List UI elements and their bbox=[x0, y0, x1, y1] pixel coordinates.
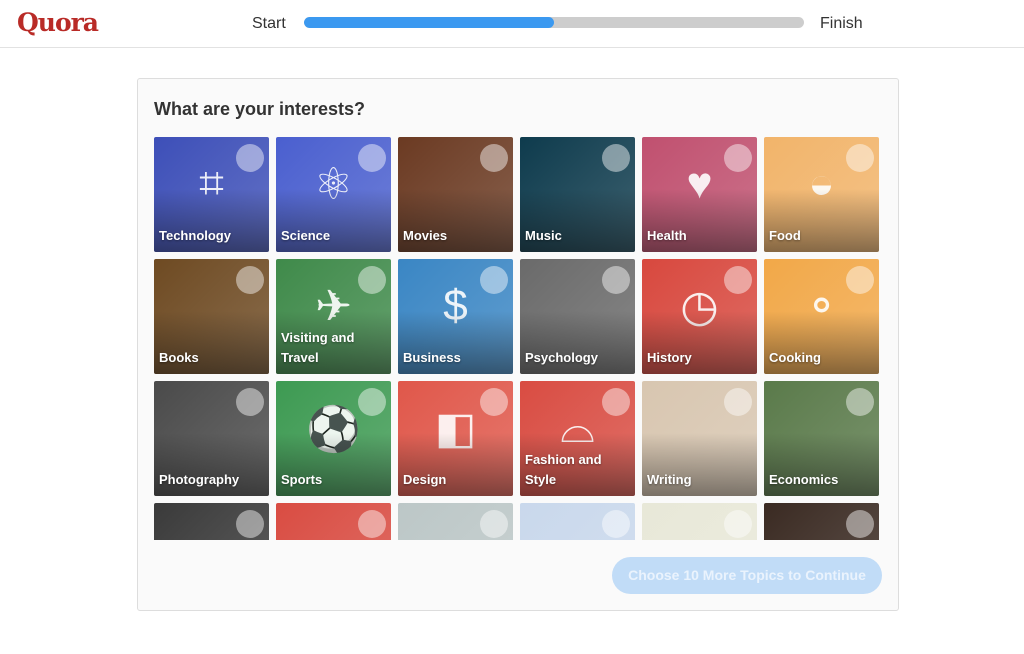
select-circle-icon[interactable] bbox=[846, 388, 874, 416]
select-circle-icon[interactable] bbox=[846, 266, 874, 294]
select-circle-icon[interactable] bbox=[602, 144, 630, 172]
topic-tile[interactable]: Books bbox=[154, 259, 269, 374]
select-circle-icon[interactable] bbox=[358, 144, 386, 172]
topic-tile[interactable] bbox=[764, 503, 879, 540]
select-circle-icon[interactable] bbox=[358, 388, 386, 416]
topic-label: Business bbox=[403, 350, 461, 365]
select-circle-icon[interactable] bbox=[602, 510, 630, 538]
topic-tile[interactable]: ✈ Visiting and Travel bbox=[276, 259, 391, 374]
progress-start-label: Start bbox=[252, 15, 286, 32]
topic-label: Technology bbox=[159, 228, 231, 243]
select-circle-icon[interactable] bbox=[358, 510, 386, 538]
select-circle-icon[interactable] bbox=[480, 266, 508, 294]
topic-tile[interactable]: ⌗ Technology bbox=[154, 137, 269, 252]
progress-bar bbox=[304, 17, 804, 28]
select-circle-icon[interactable] bbox=[724, 266, 752, 294]
quora-logo[interactable]: Quora bbox=[17, 8, 99, 37]
continue-button[interactable]: Choose 10 More Topics to Continue bbox=[612, 557, 882, 594]
topic-tile[interactable] bbox=[398, 503, 513, 540]
page-title: What are your interests? bbox=[154, 99, 366, 119]
topic-label: Food bbox=[769, 228, 801, 243]
select-circle-icon[interactable] bbox=[480, 144, 508, 172]
progress-fill bbox=[304, 17, 554, 28]
topic-tile[interactable]: ◷ History bbox=[642, 259, 757, 374]
topic-label: Cooking bbox=[769, 350, 821, 365]
topic-tile[interactable] bbox=[642, 503, 757, 540]
topic-label: Sports bbox=[281, 472, 323, 487]
select-circle-icon[interactable] bbox=[724, 388, 752, 416]
topic-grid[interactable]: ⌗ Technology ⚛ Science Movies Music ♥ Health ◒ Fo… bbox=[154, 137, 884, 540]
topic-tile[interactable]: Music bbox=[520, 137, 635, 252]
topic-tile[interactable]: Economics bbox=[764, 381, 879, 496]
topic-label: Economics bbox=[769, 472, 839, 487]
topic-tile[interactable] bbox=[520, 503, 635, 540]
topic-label: Books bbox=[159, 350, 199, 365]
select-circle-icon[interactable] bbox=[358, 266, 386, 294]
select-circle-icon[interactable] bbox=[724, 510, 752, 538]
topic-tile[interactable]: ♥ Health bbox=[642, 137, 757, 252]
select-circle-icon[interactable] bbox=[846, 144, 874, 172]
progress-finish-label: Finish bbox=[820, 15, 863, 32]
topic-tile[interactable]: Writing bbox=[642, 381, 757, 496]
topic-tile[interactable]: ⌓ Fashion and Style bbox=[520, 381, 635, 496]
interests-panel: What are your interests? ⌗ Technology ⚛ Sci… bbox=[137, 78, 899, 611]
topic-label: Health bbox=[647, 228, 687, 243]
topic-tile[interactable]: ⚛ Science bbox=[276, 137, 391, 252]
select-circle-icon[interactable] bbox=[236, 388, 264, 416]
topic-label: Science bbox=[281, 228, 331, 243]
topic-label: Photography bbox=[159, 472, 240, 487]
topic-label: Psychology bbox=[525, 350, 598, 365]
select-circle-icon[interactable] bbox=[846, 510, 874, 538]
topic-tile[interactable] bbox=[154, 503, 269, 540]
topic-tile[interactable]: ◧ Design bbox=[398, 381, 513, 496]
topic-tile[interactable]: Movies bbox=[398, 137, 513, 252]
topic-tile[interactable]: ⚽ Sports bbox=[276, 381, 391, 496]
topic-label: Writing bbox=[647, 472, 692, 487]
topic-label: History bbox=[647, 350, 692, 365]
topic-label: Visiting and Travel bbox=[281, 330, 355, 365]
select-circle-icon[interactable] bbox=[236, 144, 264, 172]
topic-label: Design bbox=[403, 472, 447, 487]
topic-label: Fashion and Style bbox=[525, 452, 602, 487]
select-circle-icon[interactable] bbox=[236, 510, 264, 538]
topic-tile[interactable]: $ Business bbox=[398, 259, 513, 374]
select-circle-icon[interactable] bbox=[724, 144, 752, 172]
top-header: Quora Start Finish bbox=[0, 0, 1024, 48]
select-circle-icon[interactable] bbox=[480, 510, 508, 538]
topic-tile[interactable] bbox=[276, 503, 391, 540]
select-circle-icon[interactable] bbox=[480, 388, 508, 416]
topic-tile[interactable]: Photography bbox=[154, 381, 269, 496]
topic-label: Movies bbox=[403, 228, 448, 243]
select-circle-icon[interactable] bbox=[602, 266, 630, 294]
topic-tile[interactable]: ◒ Food bbox=[764, 137, 879, 252]
topic-tile[interactable]: Psychology bbox=[520, 259, 635, 374]
select-circle-icon[interactable] bbox=[602, 388, 630, 416]
topic-label: Music bbox=[525, 228, 562, 243]
topic-tile[interactable]: ⚬ Cooking bbox=[764, 259, 879, 374]
select-circle-icon[interactable] bbox=[236, 266, 264, 294]
